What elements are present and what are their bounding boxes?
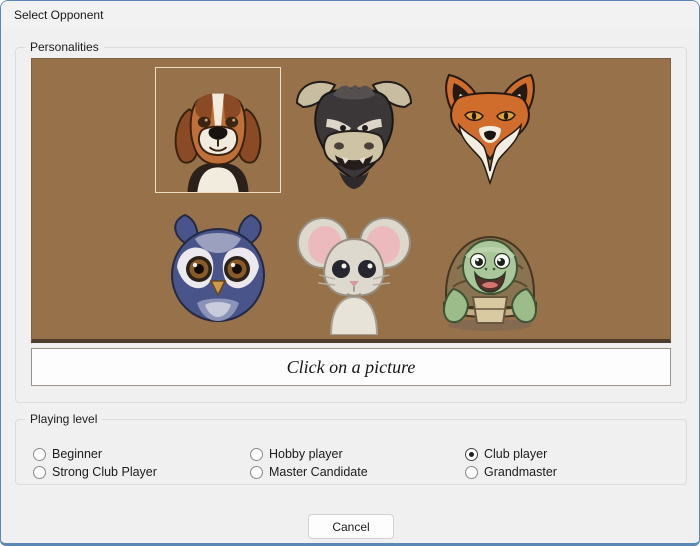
cancel-button[interactable]: Cancel [308,514,394,539]
turtle-icon [427,209,553,335]
bull-icon [291,67,417,193]
radio-label: Strong Club Player [52,465,157,479]
personality-mouse[interactable] [291,209,417,335]
radio-master-candidate[interactable]: Master Candidate [250,464,368,480]
radio-label: Grandmaster [484,465,557,479]
radio-strong-club-player[interactable]: Strong Club Player [33,464,157,480]
radio-label: Master Candidate [269,465,368,479]
mouse-icon [291,209,417,335]
personalities-group: Personalities [15,47,687,403]
radio-club-player[interactable]: Club player [465,446,547,462]
fox-icon [427,67,553,193]
personality-beagle[interactable] [155,67,281,193]
radio-label: Beginner [52,447,102,461]
radio-grandmaster[interactable]: Grandmaster [465,464,557,480]
personality-owl[interactable] [155,209,281,335]
radio-hobby-player[interactable]: Hobby player [250,446,343,462]
radio-circle [33,466,46,479]
playing-level-group-label: Playing level [25,412,102,427]
radio-label: Hobby player [269,447,343,461]
personality-bull[interactable] [291,67,417,193]
personality-fox[interactable] [427,67,553,193]
title-bar: Select Opponent [1,1,699,29]
window-title: Select Opponent [14,8,103,22]
personalities-group-label: Personalities [25,40,104,55]
owl-icon [155,209,281,335]
radio-circle [465,448,478,461]
personality-turtle[interactable] [427,209,553,335]
playing-level-group: Playing level Beginner Strong Club Playe… [15,419,687,485]
hint-text: Click on a picture [287,357,416,378]
radio-circle [250,448,263,461]
select-opponent-dialog: Select Opponent Personalities [0,0,700,546]
radio-beginner[interactable]: Beginner [33,446,102,462]
radio-circle [33,448,46,461]
radio-circle [465,466,478,479]
personalities-panel [31,58,671,343]
radio-label: Club player [484,447,547,461]
beagle-icon [156,68,280,192]
radio-circle [250,466,263,479]
hint-bar: Click on a picture [31,348,671,386]
